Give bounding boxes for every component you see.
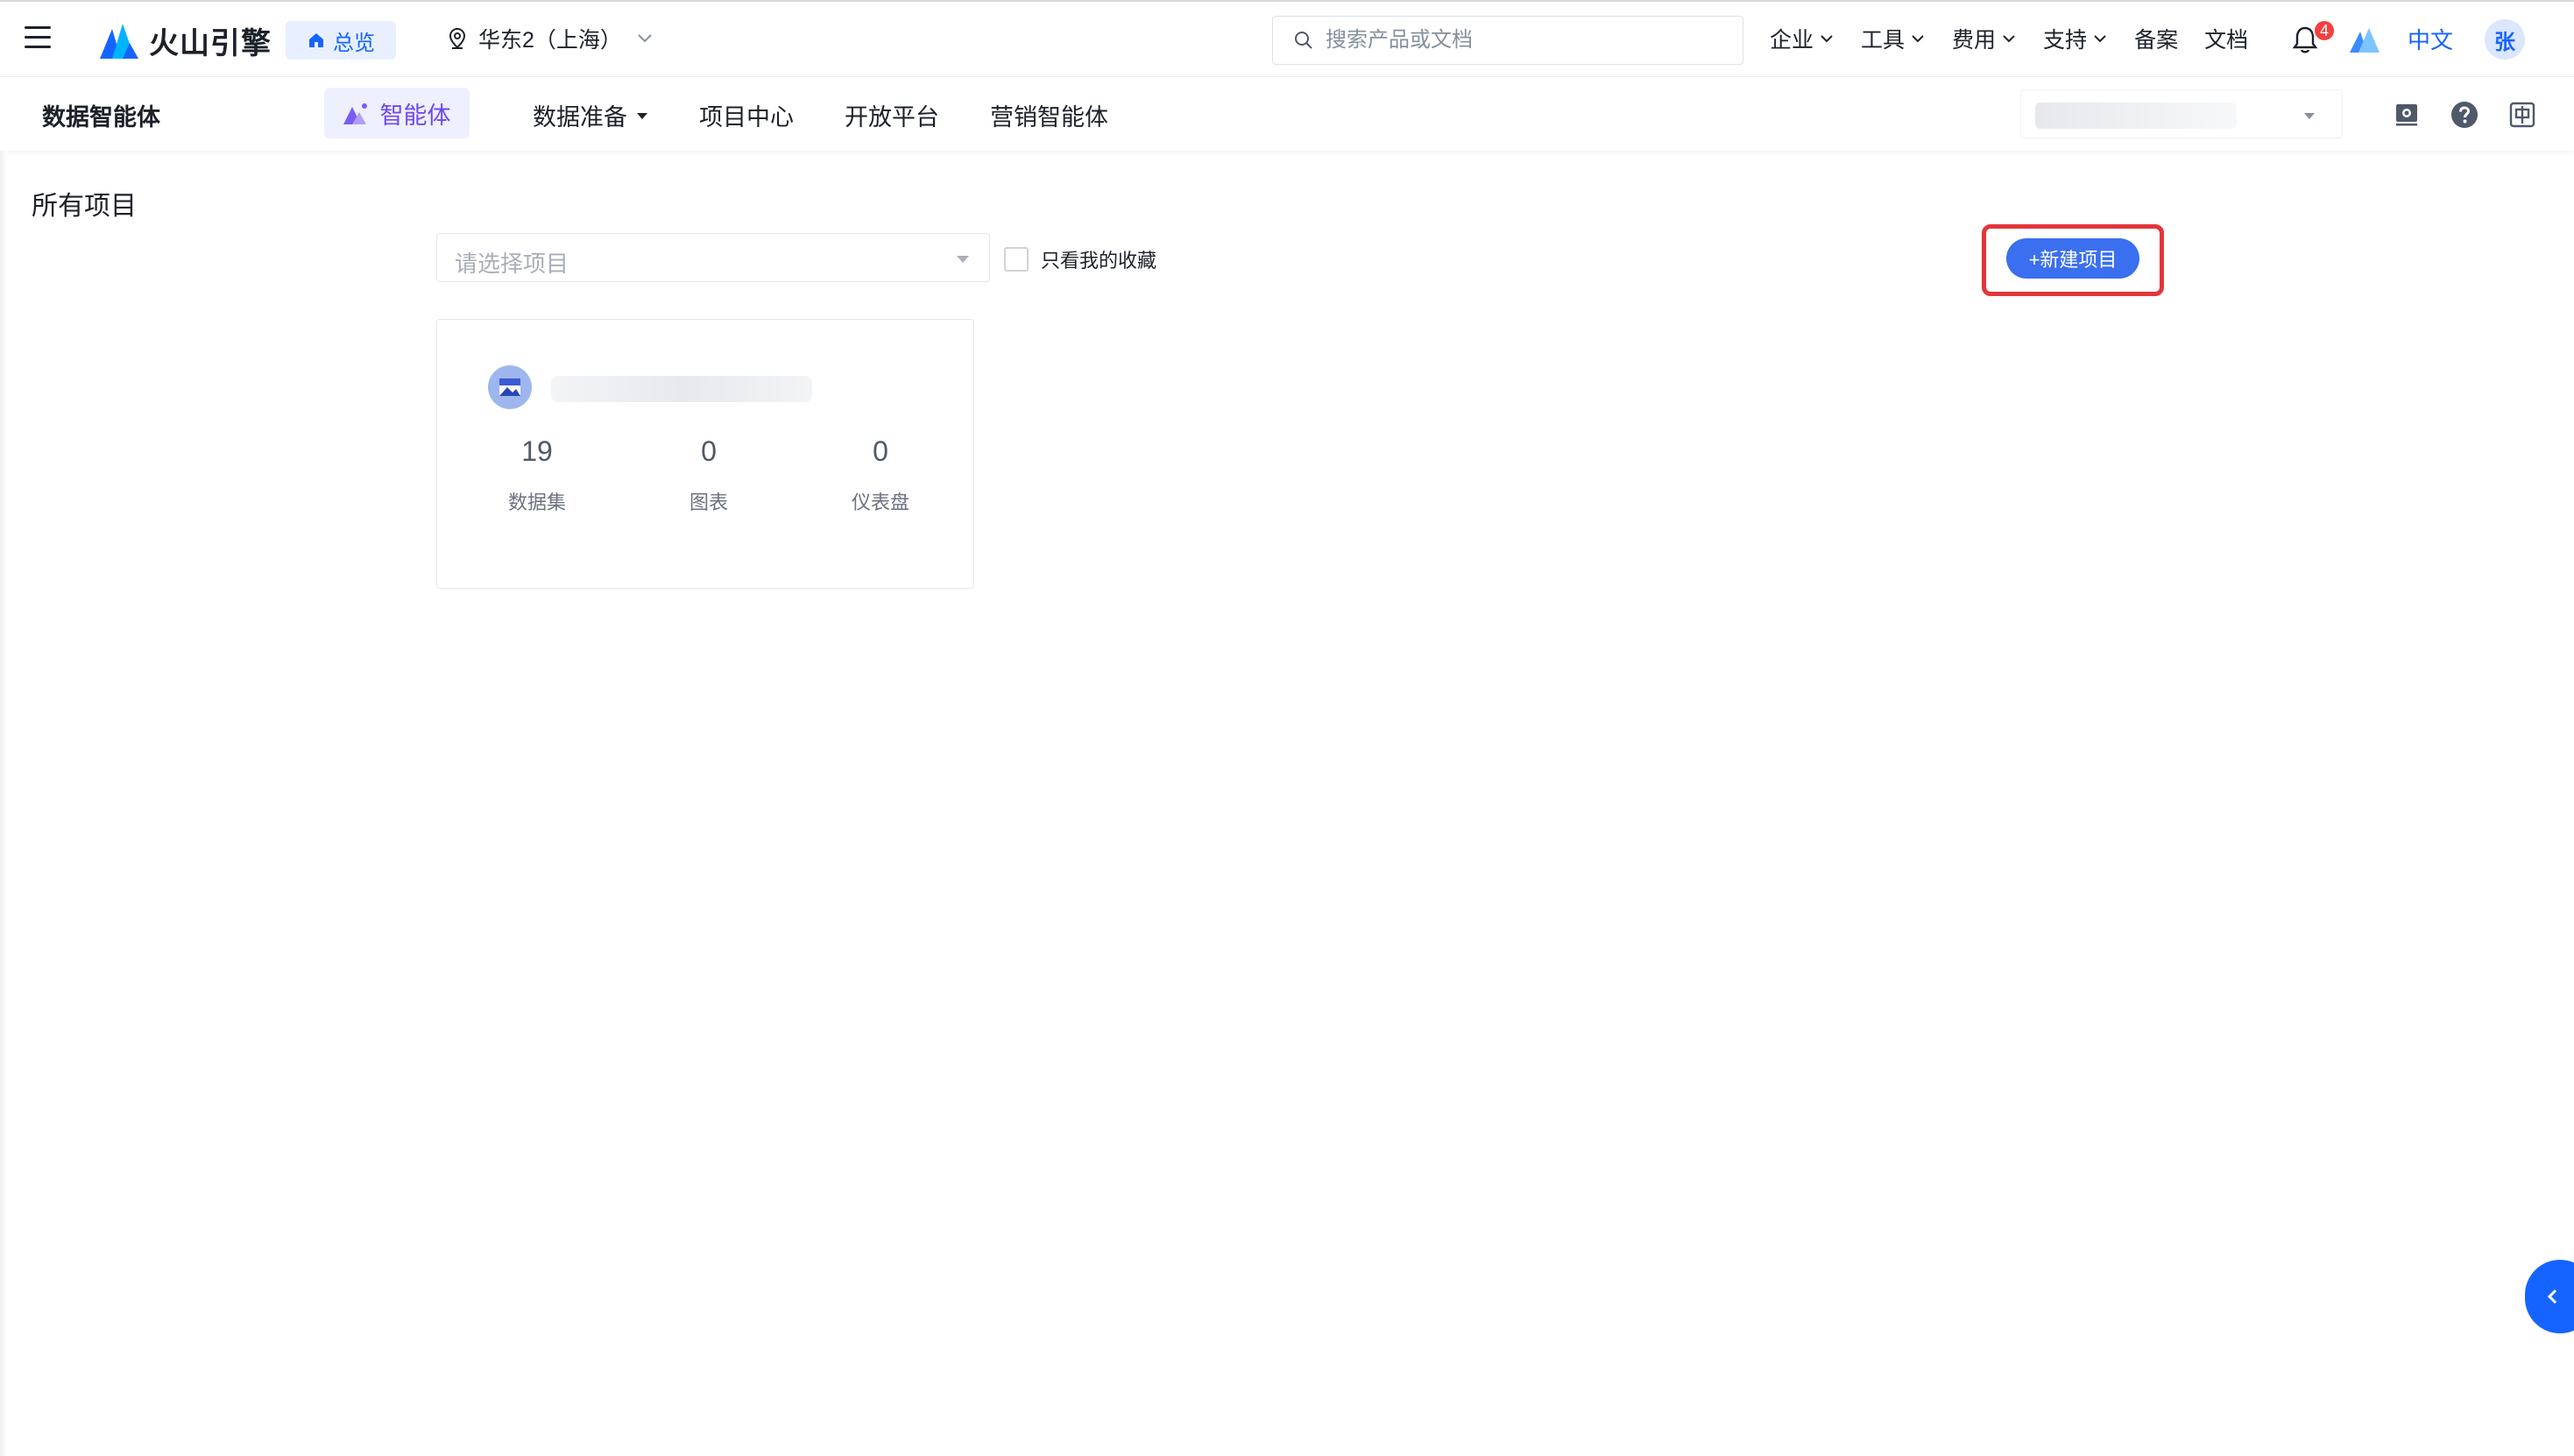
chevron-down-icon [1821,35,1833,43]
blurred-project-name [2035,102,2237,129]
home-icon [309,33,323,47]
tab-project-center[interactable]: 项目中心 [699,98,794,132]
chevron-down-icon [2003,35,2015,43]
language-switch[interactable]: 中文 [2408,23,2453,55]
brand-logo[interactable]: 火山引擎 [100,19,272,62]
chevron-down-icon [2094,35,2106,43]
menu-billing-label: 费用 [1952,28,1997,53]
toolbar-icons [2392,100,2565,130]
brand-name: 火山引擎 [149,27,272,60]
help-icon[interactable] [2450,100,2479,130]
stat-dashboards-label: 仪表盘 [851,491,909,513]
tab-project-center-label: 项目中心 [699,104,794,131]
menu-enterprise[interactable]: 企业 [1770,23,1835,54]
chevron-left-icon [2547,1289,2557,1304]
menu-docs-label: 文档 [2204,28,2249,53]
project-avatar [488,365,532,409]
stat-datasets-label: 数据集 [507,491,566,513]
page-title: 所有项目 [32,192,137,221]
top-nav: 火山引擎 总览 华东2（上海） 搜索产品或文档 企业 工具 费用 支持 备案 文… [0,2,2574,77]
overview-button[interactable]: 总览 [286,21,396,60]
agent-icon [343,103,367,124]
caret-down-icon [637,112,647,119]
tab-agent[interactable]: 智能体 [324,88,470,138]
top-menu: 企业 工具 费用 支持 备案 文档 [1770,23,2274,54]
screenshot-icon[interactable] [2392,100,2422,130]
tab-data-prep[interactable]: 数据准备 [533,98,648,132]
stat-datasets: 19 数据集 [467,435,607,515]
menu-tools-label: 工具 [1861,28,1906,53]
notification-badge: 4 [2313,19,2336,42]
tab-marketing-agent-label: 营销智能体 [990,104,1108,131]
region-selector[interactable]: 华东2（上海） [449,23,654,54]
tab-data-prep-label: 数据准备 [533,104,627,131]
project-dropdown[interactable] [2020,89,2343,138]
blurred-project-name [551,376,812,402]
menu-icp-label: 备案 [2134,28,2179,53]
collapse-panel-button[interactable] [2525,1260,2574,1333]
mountain-icon[interactable] [2350,26,2380,53]
chevron-down-icon [638,34,652,43]
search-box[interactable] [1272,16,1743,65]
menu-support[interactable]: 支持 [2043,23,2108,54]
menu-tools[interactable]: 工具 [1861,23,1926,54]
project-filter-select[interactable]: 请选择项目 [436,233,990,282]
stat-charts-value: 0 [701,435,717,467]
menu-icon[interactable] [25,26,51,51]
product-title: 数据智能体 [42,104,160,131]
left-edge-shadow [0,151,7,1456]
caret-down-icon [2304,113,2315,119]
tab-agent-label: 智能体 [379,102,451,129]
search-input[interactable] [1326,28,1711,53]
project-card[interactable]: 19 数据集 0 图表 0 仪表盘 [436,319,974,589]
stat-dashboards-value: 0 [873,435,888,467]
stat-datasets-value: 19 [521,435,553,467]
volcano-logo-icon [100,23,138,59]
menu-docs[interactable]: 文档 [2204,23,2248,54]
caret-down-icon [957,256,969,263]
menu-enterprise-label: 企业 [1770,28,1814,53]
project-filter-placeholder: 请选择项目 [455,251,569,277]
tab-open-platform-label: 开放平台 [845,104,939,131]
language-zh-icon[interactable] [2507,100,2537,130]
new-project-button[interactable]: +新建项目 [2006,238,2139,279]
region-label: 华东2（上海） [478,28,622,53]
product-nav: 数据智能体 智能体 数据准备 项目中心 开放平台 营销智能体 [0,77,2574,151]
menu-support-label: 支持 [2043,28,2088,53]
stat-dashboards: 0 仪表盘 [810,435,951,515]
favorites-only-checkbox[interactable]: 只看我的收藏 [1004,245,1156,273]
app-window: 火山引擎 总览 华东2（上海） 搜索产品或文档 企业 工具 费用 支持 备案 文… [0,0,2574,1456]
menu-billing[interactable]: 费用 [1952,23,2017,54]
stat-charts-label: 图表 [689,491,728,513]
overview-label: 总览 [333,31,375,55]
chevron-down-icon [1912,35,1924,43]
sub-tabs: 数据准备 项目中心 开放平台 营销智能体 [533,98,1159,132]
tab-open-platform[interactable]: 开放平台 [845,98,939,132]
search-icon [1295,32,1312,49]
tab-marketing-agent[interactable]: 营销智能体 [990,98,1108,132]
location-pin-icon [449,27,466,49]
project-image-icon [499,378,520,396]
checkbox-box[interactable] [1004,247,1029,272]
stat-charts: 0 图表 [639,435,779,515]
avatar[interactable]: 张 [2485,19,2525,60]
menu-icp[interactable]: 备案 [2134,23,2178,54]
favorites-only-label: 只看我的收藏 [1041,250,1157,272]
